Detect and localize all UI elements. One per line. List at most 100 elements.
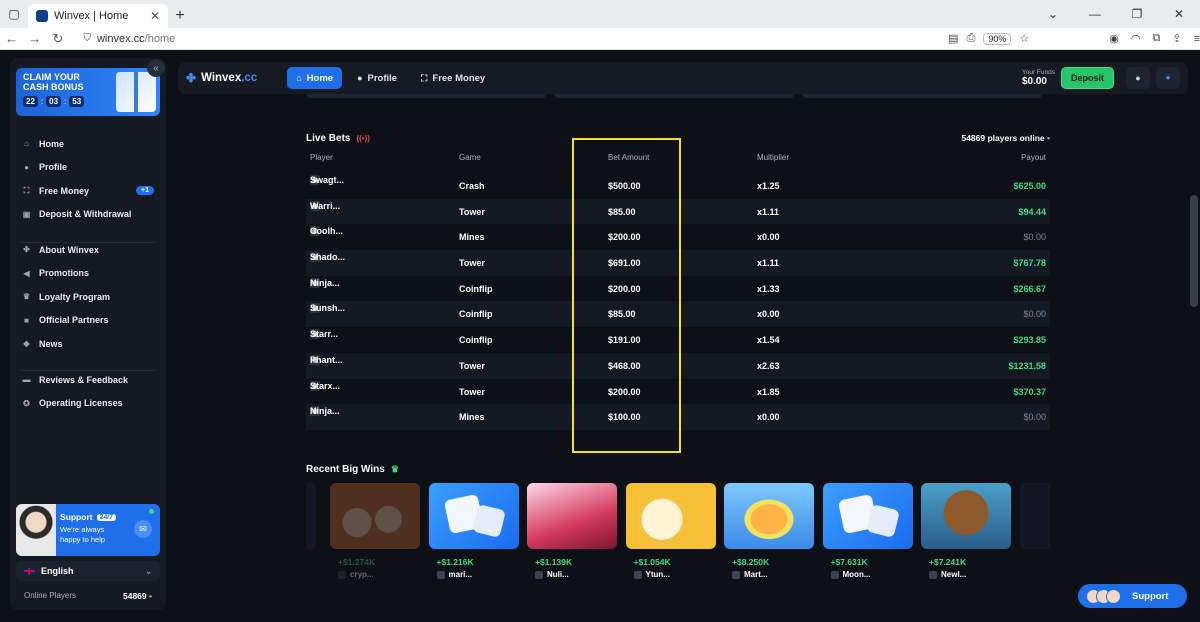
sidebar-item-deposit-withdrawal[interactable]: ▣ Deposit & Withdrawal — [10, 203, 166, 227]
close-tab-icon[interactable]: ✕ — [150, 9, 160, 23]
sidebar-item-news[interactable]: ◆ News — [10, 332, 166, 356]
collapse-sidebar-button[interactable]: « — [147, 59, 165, 77]
player-name: Swagt... — [310, 175, 345, 185]
back-icon[interactable]: ← — [0, 31, 23, 46]
win-card[interactable]: +$7.241K Newl... — [921, 483, 1011, 579]
browser-tab[interactable]: Winvex | Home ✕ — [28, 4, 168, 28]
players-online-text: 54869 players online — [961, 133, 1045, 143]
new-tab-icon[interactable]: + — [168, 4, 192, 28]
gift-box-icon — [116, 72, 156, 112]
sidebar-item-home[interactable]: ⌂ Home — [10, 132, 166, 156]
nav-home-button[interactable]: ⌂ Home — [287, 67, 343, 89]
reload-icon[interactable]: ↻ — [46, 31, 69, 47]
zoom-level[interactable]: 90% — [983, 32, 1012, 45]
player-name: Ninja... — [310, 277, 340, 288]
tab-actions-icon[interactable]: ▢ — [0, 0, 28, 28]
claim-bonus-banner[interactable]: CLAIM YOUR CASH BONUS 22: 03: 53 — [16, 68, 160, 116]
win-card[interactable]: +$1.216K mari... — [428, 483, 519, 579]
sidebar-item-label: Free Money — [39, 185, 90, 196]
win-amount: +$7.631K — [830, 557, 868, 567]
online-players: Online Players 54869 • — [24, 591, 152, 601]
account-icon[interactable]: ◉ — [1109, 32, 1119, 45]
multiplier-cell: x1.11 — [757, 206, 780, 217]
extensions-puzzle-icon[interactable]: ⧉ — [1153, 32, 1161, 45]
win-card[interactable]: +$1.274K cryp... — [330, 483, 420, 579]
notifications-icon[interactable]: ✦ — [1156, 67, 1180, 89]
sidebar-item-profile[interactable]: ● Profile — [10, 156, 166, 180]
winner-name: mari... — [448, 570, 473, 579]
game-cell: Tower — [459, 386, 485, 397]
minimize-icon[interactable]: — — [1074, 7, 1116, 21]
maximize-icon[interactable]: ❐ — [1116, 7, 1158, 21]
chevron-down-icon: ⌄ — [145, 566, 152, 576]
game-cell: Mines — [459, 412, 485, 423]
sidebar-item-loyalty[interactable]: ♛ Loyalty Program — [10, 285, 166, 309]
support-text: We're always happy to help — [60, 525, 106, 544]
tab-list-chevron-icon[interactable]: ⌄ — [1032, 7, 1074, 21]
multiplier-cell: x0.00 — [757, 309, 780, 320]
winner-name: cryp... — [350, 570, 374, 579]
player-name: Shado... — [310, 252, 346, 263]
sidebar-item-about[interactable]: ✤ About Winvex — [10, 238, 166, 262]
chat-bubble-icon[interactable]: ✉ — [134, 520, 152, 538]
sidebar-item-licenses[interactable]: ✪ Operating Licenses — [10, 392, 166, 416]
sidebar-item-reviews[interactable]: ▬ Reviews & Feedback — [10, 368, 166, 392]
multiplier-cell: x1.33 — [757, 283, 780, 294]
payout-cell: $0.00 — [1023, 412, 1046, 423]
close-window-icon[interactable]: ✕ — [1158, 7, 1200, 21]
win-amount: +$1.216K — [436, 557, 474, 567]
multiplier-cell: x1.54 — [757, 335, 780, 346]
page-scrollbar[interactable] — [1188, 50, 1200, 622]
url-field[interactable]: ⛉ winvex.cc/home — [83, 30, 942, 48]
briefcase-icon: ■ — [24, 315, 29, 325]
win-amount: +$1.139K — [535, 557, 573, 567]
scrollbar-thumb[interactable] — [1190, 195, 1198, 307]
recent-wins-carousel: +$1.274K cryp... +$1.216K mari... +$1.139K Nu… — [306, 483, 1050, 583]
reader-view-icon[interactable]: ▤ — [948, 32, 958, 45]
user-menu-icon[interactable]: ● — [1126, 67, 1150, 89]
winner-name: Ytun... — [645, 570, 670, 579]
game-thumbnail — [625, 483, 716, 549]
megaphone-icon: ◀ — [23, 268, 30, 278]
deposit-button[interactable]: Deposit — [1060, 67, 1114, 89]
site-info-icon[interactable]: ⛉ — [83, 33, 91, 44]
player-name: Starx... — [310, 380, 341, 391]
payout-cell: $293.85 — [1013, 335, 1046, 346]
forward-icon[interactable]: → — [23, 31, 46, 46]
win-card[interactable]: +$1.054K Ytun... — [625, 483, 716, 579]
nav-profile-button[interactable]: ● Profile — [348, 67, 406, 89]
sidebar-item-label: Loyalty Program — [39, 291, 111, 302]
win-card[interactable]: +$1.139K Nuli... — [527, 483, 617, 579]
nav-free-money-button[interactable]: ⛶ Free Money — [412, 67, 494, 89]
payout-cell: $94.44 — [1018, 206, 1046, 217]
funds-label: Your Funds — [1021, 69, 1055, 76]
top-navigation: ✤ Winvex.cc ⌂ Home ● Profile ⛶ Free Money Y… — [178, 62, 1188, 94]
share-icon[interactable]: ⇪ — [1172, 32, 1181, 45]
game-thumbnail — [724, 483, 814, 549]
tab-title: Winvex | Home — [54, 10, 129, 22]
brand-logo[interactable]: ✤ Winvex.cc — [186, 71, 257, 85]
language-select[interactable]: English ⌄ — [16, 561, 160, 581]
game-cell: Coinflip — [459, 309, 493, 320]
screenshot-icon[interactable]: ⎙ — [967, 32, 976, 45]
column-header: Game — [459, 153, 481, 162]
win-card[interactable]: +$7.631K Moon... — [822, 483, 913, 579]
menu-icon[interactable]: ≡ — [1194, 33, 1200, 45]
support-chat-button[interactable]: Support — [1078, 584, 1187, 608]
extension-icon[interactable]: ◠ — [1131, 32, 1141, 45]
bookmark-star-icon[interactable]: ☆ — [1019, 32, 1029, 45]
gift-icon: ⛶ — [421, 72, 428, 83]
sidebar-item-free-money[interactable]: ⛶ Free Money +1 — [10, 179, 166, 203]
win-card[interactable]: +$8.250K Mart... — [724, 483, 814, 579]
game-cell: Tower — [459, 258, 485, 269]
sidebar-item-partners[interactable]: ■ Official Partners — [10, 309, 166, 333]
clover-logo-icon: ✤ — [186, 71, 197, 85]
player-name: Starr... — [310, 329, 339, 340]
payout-cell: $767.78 — [1013, 258, 1046, 269]
support-card[interactable]: Support 24/7 We're always happy to help ✉ — [16, 504, 160, 556]
winner-name: Moon... — [842, 570, 871, 579]
brand-name: Winvex — [201, 72, 242, 84]
sidebar-item-promotions[interactable]: ◀ Promotions — [10, 262, 166, 286]
support-hours-pill: 24/7 — [96, 513, 117, 521]
claim-bonus-title: CLAIM YOUR CASH BONUS — [23, 72, 84, 92]
